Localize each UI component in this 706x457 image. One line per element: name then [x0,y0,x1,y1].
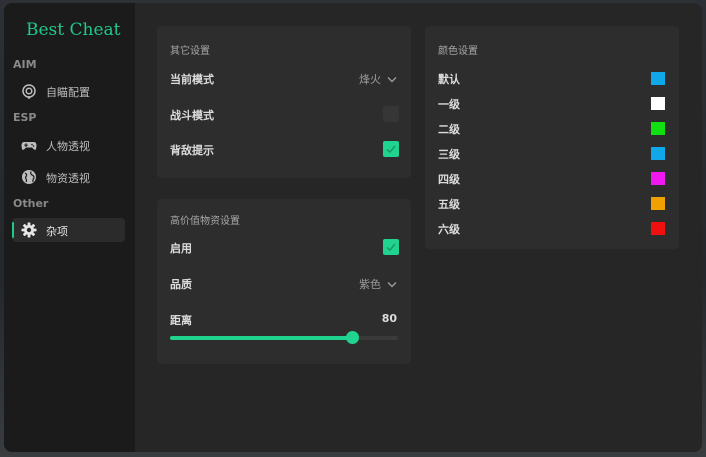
enable-label: 启用 [170,242,192,255]
checkmark-icon [386,243,396,252]
color-label: 三级 [438,148,460,161]
battle-mode-label: 战斗模式 [170,109,214,122]
gear-icon [21,222,37,238]
quality-dropdown[interactable]: 紫色 [359,276,397,292]
distance-value: 80 [381,312,397,325]
sidebar-item-aim-config[interactable]: 自瞄配置 [12,79,125,103]
sidebar-item-label: 自瞄配置 [46,86,90,99]
color-swatch[interactable] [651,72,665,85]
color-label: 默认 [438,73,460,86]
section-label-other: Other [13,197,49,210]
section-label-aim: AIM [13,58,37,71]
checkmark-icon [386,145,396,154]
app-logo: Best Cheat [26,20,121,40]
sidebar-item-label: 杂项 [46,225,68,238]
high-value-loot-panel: 高价值物资设置 启用 品质 紫色 距离 80 [157,199,411,364]
other-settings-panel: 其它设置 当前模式 烽火 战斗模式 背敌提示 [157,26,411,178]
distance-slider[interactable] [170,331,398,344]
enable-checkbox[interactable] [383,239,399,255]
quality-value: 紫色 [359,278,381,291]
sidebar-item-loot-esp[interactable]: 物资透视 [12,165,125,189]
sidebar-item-misc[interactable]: 杂项 [12,218,125,242]
battle-mode-checkbox[interactable] [383,106,399,122]
back-alert-label: 背敌提示 [170,144,214,157]
distance-slider-fill [170,336,353,340]
color-swatch[interactable] [651,222,665,235]
chevron-down-icon [387,76,397,82]
back-alert-checkbox[interactable] [383,141,399,157]
color-label: 六级 [438,223,460,236]
color-swatch[interactable] [651,172,665,185]
color-swatch[interactable] [651,197,665,210]
gamepad-icon [21,137,37,153]
sidebar-item-player-esp[interactable]: 人物透视 [12,133,125,157]
cheat-menu-window: Best Cheat AIM 自瞄配置 ESP 人物透视 物资透视 Other … [4,3,702,452]
globe-icon [21,169,37,185]
distance-slider-handle[interactable] [346,331,360,344]
section-label-esp: ESP [13,111,37,124]
color-swatch[interactable] [651,122,665,135]
color-label: 五级 [438,198,460,211]
target-icon [21,83,37,99]
color-label: 二级 [438,123,460,136]
color-label: 四级 [438,173,460,186]
color-swatch[interactable] [651,97,665,110]
panel-title: 其它设置 [170,46,210,57]
quality-label: 品质 [170,278,192,291]
sidebar: Best Cheat AIM 自瞄配置 ESP 人物透视 物资透视 Other … [4,3,135,452]
chevron-down-icon [387,281,397,287]
color-label: 一级 [438,98,460,111]
current-mode-value: 烽火 [359,73,381,86]
panel-title: 颜色设置 [438,46,478,57]
sidebar-item-label: 物资透视 [46,172,90,185]
current-mode-label: 当前模式 [170,73,214,86]
panel-title: 高价值物资设置 [170,216,240,227]
sidebar-item-label: 人物透视 [46,140,90,153]
distance-label: 距离 [170,314,192,327]
color-settings-panel: 颜色设置 默认一级二级三级四级五级六级 [425,26,679,249]
current-mode-dropdown[interactable]: 烽火 [359,71,397,87]
color-swatch[interactable] [651,147,665,160]
